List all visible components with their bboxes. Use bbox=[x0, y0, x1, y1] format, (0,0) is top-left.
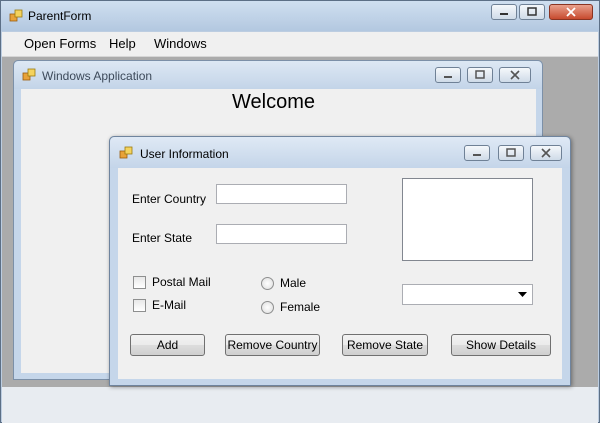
country-input[interactable] bbox=[216, 184, 347, 204]
bottom-strip bbox=[2, 387, 598, 423]
options-combobox[interactable] bbox=[402, 284, 533, 305]
female-radio[interactable] bbox=[261, 301, 274, 314]
email-label: E-Mail bbox=[152, 298, 187, 312]
details-listbox[interactable] bbox=[402, 178, 533, 261]
child2-title: User Information bbox=[140, 147, 229, 161]
minimize-icon bbox=[444, 76, 452, 78]
female-label: Female bbox=[280, 300, 321, 314]
maximize-icon bbox=[475, 70, 485, 79]
child1-minimize-button[interactable] bbox=[435, 67, 461, 83]
parent-title-bar[interactable]: ParentForm bbox=[1, 1, 599, 31]
child2-client-area: Enter Country Enter State Postal Mail E-… bbox=[118, 168, 562, 379]
child2-maximize-button[interactable] bbox=[498, 145, 524, 161]
show-details-button[interactable]: Show Details bbox=[451, 334, 551, 356]
parent-minimize-button[interactable] bbox=[491, 4, 517, 20]
remove-state-button[interactable]: Remove State bbox=[342, 334, 428, 356]
child1-title: Windows Application bbox=[42, 69, 153, 83]
child2-minimize-button[interactable] bbox=[464, 145, 490, 161]
parent-title: ParentForm bbox=[28, 9, 92, 23]
add-button[interactable]: Add bbox=[130, 334, 205, 356]
male-label: Male bbox=[280, 276, 307, 290]
dropdown-arrow-icon bbox=[518, 292, 527, 297]
country-label: Enter Country bbox=[132, 192, 207, 206]
welcome-label: Welcome bbox=[232, 91, 315, 113]
state-label: Enter State bbox=[132, 231, 193, 245]
menu-open-forms[interactable]: Open Forms bbox=[24, 36, 96, 51]
minimize-icon bbox=[473, 154, 481, 156]
child1-title-bar[interactable]: Windows Application bbox=[14, 61, 542, 89]
child1-close-button[interactable] bbox=[499, 67, 531, 83]
postal-mail-checkbox[interactable] bbox=[133, 276, 146, 289]
maximize-icon bbox=[527, 7, 537, 16]
state-input[interactable] bbox=[216, 224, 347, 244]
child1-maximize-button[interactable] bbox=[467, 67, 493, 83]
remove-country-button[interactable]: Remove Country bbox=[225, 334, 320, 356]
child2-close-button[interactable] bbox=[530, 145, 562, 161]
close-icon bbox=[566, 7, 576, 17]
app-icon bbox=[9, 9, 23, 22]
maximize-icon bbox=[506, 148, 516, 157]
close-icon bbox=[541, 148, 551, 158]
user-information-window: User Information Enter Country Enter Sta… bbox=[109, 136, 571, 386]
parent-window: ParentForm Open Forms Help Windows Windo… bbox=[0, 0, 600, 423]
male-radio[interactable] bbox=[261, 277, 274, 290]
app-icon bbox=[119, 146, 133, 159]
postal-mail-label: Postal Mail bbox=[152, 275, 211, 289]
menu-windows[interactable]: Windows bbox=[154, 36, 207, 51]
child2-title-bar[interactable]: User Information bbox=[110, 137, 570, 168]
minimize-icon bbox=[500, 13, 508, 15]
parent-maximize-button[interactable] bbox=[519, 4, 545, 20]
menu-bar: Open Forms Help Windows bbox=[2, 32, 598, 57]
app-icon bbox=[22, 68, 36, 81]
close-icon bbox=[510, 70, 520, 80]
menu-help[interactable]: Help bbox=[109, 36, 136, 51]
parent-close-button[interactable] bbox=[549, 4, 593, 20]
email-checkbox[interactable] bbox=[133, 299, 146, 312]
